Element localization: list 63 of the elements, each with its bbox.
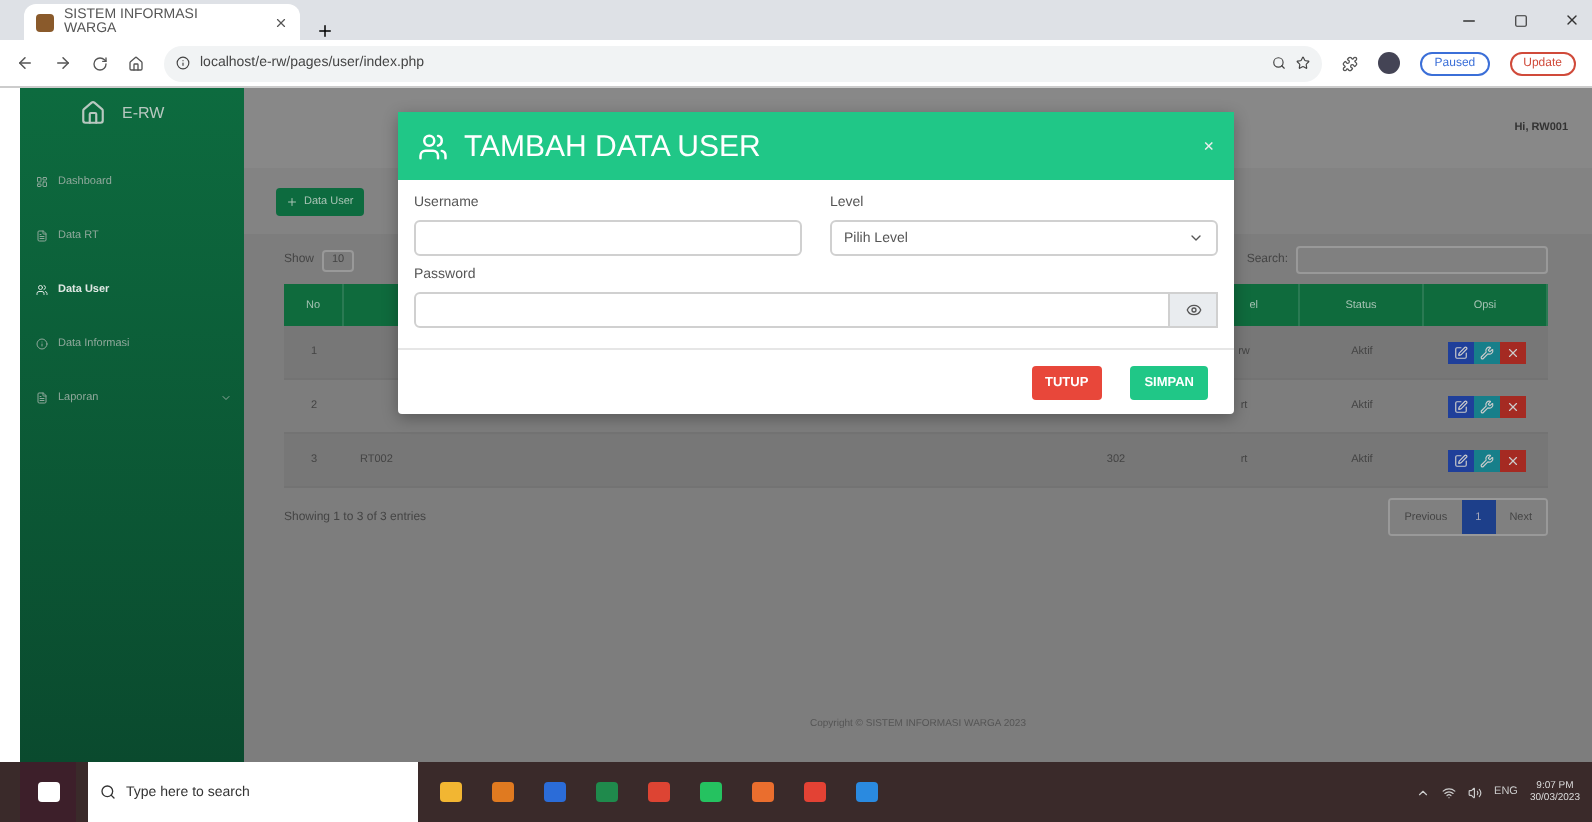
app-icon xyxy=(491,782,513,802)
maximize-icon[interactable] xyxy=(1514,13,1528,27)
windows-icon xyxy=(37,782,59,802)
menu-icon xyxy=(36,229,48,241)
edit-icon xyxy=(1453,399,1467,413)
close-button[interactable]: × xyxy=(1203,136,1214,156)
home-icon[interactable] xyxy=(128,55,144,71)
favicon-icon xyxy=(36,13,54,31)
wrench-button[interactable] xyxy=(1473,341,1499,363)
wrench-button[interactable] xyxy=(1473,449,1499,471)
info-icon xyxy=(176,56,190,70)
avatar xyxy=(1378,52,1401,74)
reload-icon[interactable] xyxy=(92,55,108,71)
app-icon xyxy=(751,782,773,802)
volume-icon[interactable] xyxy=(1468,785,1483,799)
brand-name: E-RW xyxy=(122,104,165,122)
plus-icon xyxy=(286,195,298,207)
search-field[interactable] xyxy=(1296,246,1548,274)
house-icon xyxy=(80,100,106,126)
close-icon[interactable] xyxy=(274,15,288,29)
close-icon xyxy=(1505,345,1519,359)
menu-icon xyxy=(36,175,48,187)
edit-button[interactable] xyxy=(1447,449,1473,471)
app-icon xyxy=(699,782,721,802)
zoom-icon[interactable] xyxy=(1272,56,1287,70)
app-icon xyxy=(595,782,617,802)
wrench-icon xyxy=(1479,399,1493,413)
password-field[interactable] xyxy=(414,292,1170,328)
app-icon xyxy=(647,782,669,802)
wrench-icon xyxy=(1479,453,1493,467)
new-tab-icon[interactable] xyxy=(316,22,334,40)
extensions-icon[interactable] xyxy=(1342,55,1359,71)
username-field[interactable] xyxy=(414,220,802,256)
show-password-button[interactable] xyxy=(1170,292,1218,328)
wifi-icon[interactable] xyxy=(1442,785,1457,799)
eye-icon xyxy=(1185,302,1201,318)
menu-icon xyxy=(36,337,48,349)
edit-icon xyxy=(1453,345,1467,359)
wrench-button[interactable] xyxy=(1473,395,1499,417)
close-icon xyxy=(1505,453,1519,467)
users-icon xyxy=(418,131,448,161)
delete-button[interactable] xyxy=(1499,395,1525,417)
app-icon xyxy=(855,782,877,802)
edit-button[interactable] xyxy=(1447,395,1473,417)
menu-icon xyxy=(36,391,48,403)
close-icon[interactable] xyxy=(1564,12,1580,28)
back-icon[interactable] xyxy=(16,54,34,72)
modal-title: TAMBAH DATA USER xyxy=(464,129,761,163)
chevron-icon xyxy=(1188,230,1204,246)
menu-icon xyxy=(36,283,48,295)
wrench-icon xyxy=(1479,345,1493,359)
forward-icon[interactable] xyxy=(54,54,72,72)
search-icon xyxy=(100,784,116,800)
app-icon xyxy=(803,782,825,802)
start-button[interactable] xyxy=(20,762,76,822)
edit-icon xyxy=(1453,453,1467,467)
delete-button[interactable] xyxy=(1499,449,1525,471)
close-icon xyxy=(1505,399,1519,413)
app-icon xyxy=(543,782,565,802)
edit-button[interactable] xyxy=(1447,341,1473,363)
app-icon xyxy=(439,782,461,802)
delete-button[interactable] xyxy=(1499,341,1525,363)
bookmark-icon[interactable] xyxy=(1296,56,1311,70)
